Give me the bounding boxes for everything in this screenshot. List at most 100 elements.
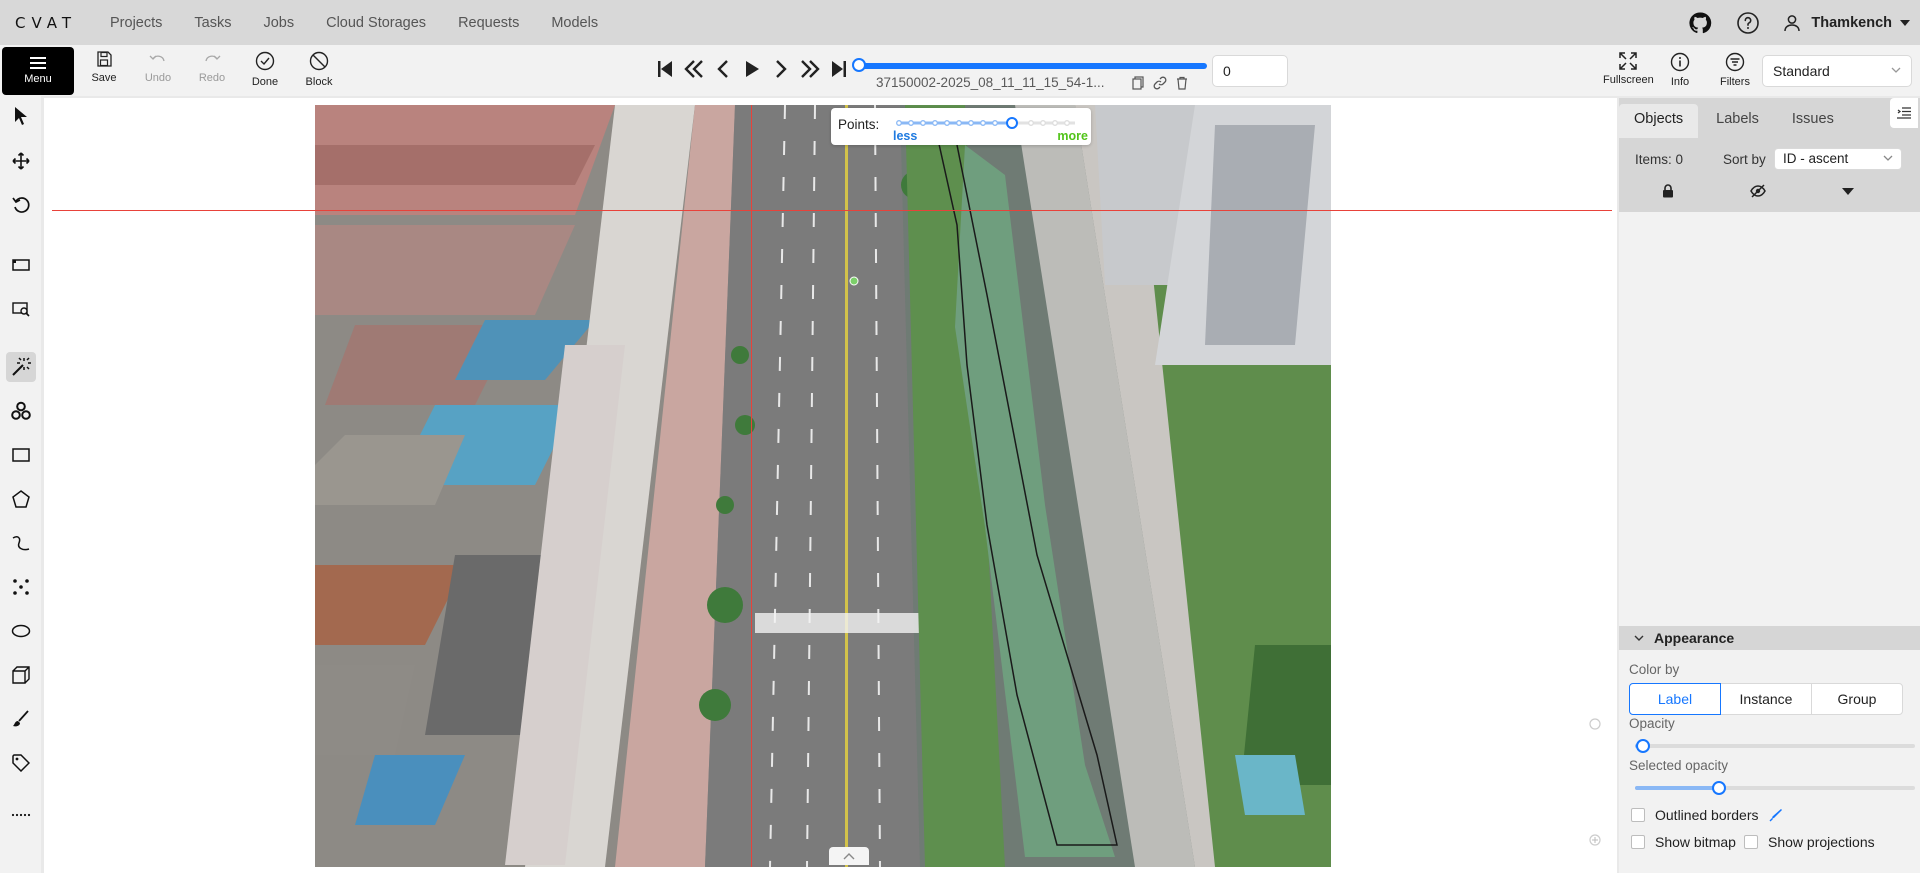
undo-icon <box>149 51 167 67</box>
chevron-up-icon[interactable] <box>829 847 869 865</box>
redo-button[interactable]: Redo <box>187 51 237 91</box>
undo-button[interactable]: Undo <box>133 51 183 91</box>
play-icon[interactable] <box>741 58 763 80</box>
outlined-borders-box[interactable] <box>1631 808 1645 822</box>
save-label: Save <box>91 72 117 84</box>
player-controls <box>654 58 857 80</box>
rectangle-tool-icon[interactable] <box>6 440 36 470</box>
cursor-tool-icon[interactable] <box>6 101 36 131</box>
nav-models[interactable]: Models <box>551 15 614 31</box>
points-slider[interactable] <box>895 117 1079 129</box>
delete-frame-icon[interactable] <box>1175 76 1189 90</box>
info-button[interactable]: Info <box>1670 52 1690 88</box>
filter-icon <box>1725 52 1745 72</box>
menu-button[interactable]: Menu <box>2 47 74 95</box>
block-icon <box>309 51 329 71</box>
opacity-slider[interactable] <box>1635 739 1915 753</box>
zoom-slider[interactable] <box>1585 718 1605 848</box>
nav-tasks[interactable]: Tasks <box>194 15 247 31</box>
caret-down-icon[interactable] <box>1842 188 1854 195</box>
polygon-tool-icon[interactable] <box>6 484 36 514</box>
tab-issues[interactable]: Issues <box>1777 104 1849 138</box>
eye-invisible-icon[interactable] <box>1750 184 1766 198</box>
show-projections-checkbox[interactable]: Show projections <box>1744 834 1875 850</box>
last-frame-icon[interactable] <box>828 58 850 80</box>
opacity-handle[interactable] <box>1636 739 1650 753</box>
color-by-group: Label Instance Group <box>1629 683 1903 715</box>
color-by-label-option[interactable]: Label <box>1629 683 1721 715</box>
tab-labels[interactable]: Labels <box>1701 104 1774 138</box>
polyline-tool-icon[interactable] <box>6 528 36 558</box>
selected-opacity-handle[interactable] <box>1712 781 1726 795</box>
frame-slider-handle[interactable] <box>852 58 866 72</box>
controls-sidebar <box>0 96 41 873</box>
undo-label: Undo <box>144 72 172 84</box>
points-popover: Points: less more <box>831 108 1091 145</box>
annotation-toolbar: Menu Save Undo Redo Done Block 37150002-… <box>0 45 1920 96</box>
nav-jobs[interactable]: Jobs <box>263 15 310 31</box>
cvat-logo[interactable]: CVAT <box>0 14 110 32</box>
copy-icon[interactable] <box>1131 76 1145 90</box>
cuboid-tool-icon[interactable] <box>6 660 36 690</box>
appearance-header[interactable]: Appearance <box>1619 626 1920 650</box>
magic-wand-icon[interactable] <box>6 352 36 382</box>
frame-slider[interactable] <box>857 63 1207 69</box>
sort-select[interactable]: ID - ascent <box>1774 148 1902 170</box>
nav-cloud-storages[interactable]: Cloud Storages <box>326 15 442 31</box>
annotation-canvas[interactable]: Points: less more <box>44 98 1617 873</box>
done-button[interactable]: Done <box>240 51 290 91</box>
show-projections-label: Show projections <box>1768 834 1875 850</box>
sidebar-header: Objects Labels Issues Items: 0 Sort by I… <box>1619 98 1920 212</box>
points-more-label: more <box>1057 129 1088 143</box>
fit-image-icon[interactable] <box>6 250 36 280</box>
forward-step-icon[interactable] <box>799 58 821 80</box>
tab-objects[interactable]: Objects <box>1619 104 1699 138</box>
chevron-down-icon <box>1891 67 1901 74</box>
selected-opacity-slider[interactable] <box>1635 781 1915 795</box>
block-label: Block <box>305 76 333 88</box>
sort-value: ID - ascent <box>1783 151 1849 166</box>
workspace-value: Standard <box>1773 63 1830 79</box>
more-tools-icon[interactable] <box>6 800 36 830</box>
brush-tool-icon[interactable] <box>6 704 36 734</box>
points-tool-icon[interactable] <box>6 572 36 602</box>
horizontal-crosshair <box>52 210 1612 211</box>
zoom-region-icon[interactable] <box>6 294 36 324</box>
user-menu[interactable]: Thamkench <box>1783 14 1910 32</box>
check-circle-icon <box>255 51 275 71</box>
tag-icon[interactable] <box>6 748 36 778</box>
first-frame-icon[interactable] <box>654 58 676 80</box>
outlined-borders-checkbox[interactable]: Outlined borders <box>1631 807 1783 823</box>
show-projections-box[interactable] <box>1744 835 1758 849</box>
color-picker-icon[interactable] <box>1769 808 1783 822</box>
back-step-icon[interactable] <box>683 58 705 80</box>
save-button[interactable]: Save <box>79 51 129 91</box>
opencv-icon[interactable] <box>6 396 36 426</box>
move-tool-icon[interactable] <box>6 146 36 176</box>
link-icon[interactable] <box>1153 76 1167 90</box>
points-label: Points: <box>838 117 880 132</box>
previous-frame-icon[interactable] <box>712 58 734 80</box>
nav-projects[interactable]: Projects <box>110 15 178 31</box>
color-by-instance-option[interactable]: Instance <box>1720 683 1812 715</box>
collapse-sidebar-icon[interactable] <box>1890 98 1918 128</box>
save-icon <box>96 51 112 67</box>
next-frame-icon[interactable] <box>770 58 792 80</box>
selected-opacity-label: Selected opacity <box>1629 758 1729 773</box>
color-by-group-option[interactable]: Group <box>1811 683 1903 715</box>
ellipse-tool-icon[interactable] <box>6 616 36 646</box>
help-icon[interactable] <box>1735 10 1761 36</box>
workspace-select[interactable]: Standard <box>1762 55 1912 87</box>
user-name: Thamkench <box>1811 14 1892 31</box>
github-icon[interactable] <box>1687 10 1713 36</box>
show-bitmap-checkbox[interactable]: Show bitmap <box>1631 834 1736 850</box>
fullscreen-button[interactable]: Fullscreen <box>1603 52 1654 86</box>
filters-button[interactable]: Filters <box>1720 52 1750 88</box>
sidebar-tabs: Objects Labels Issues <box>1619 104 1852 138</box>
rotate-icon[interactable] <box>6 190 36 220</box>
lock-icon[interactable] <box>1662 184 1674 198</box>
block-button[interactable]: Block <box>294 51 344 91</box>
nav-requests[interactable]: Requests <box>458 15 535 31</box>
frame-number-input[interactable]: 0 <box>1212 55 1288 87</box>
show-bitmap-box[interactable] <box>1631 835 1645 849</box>
